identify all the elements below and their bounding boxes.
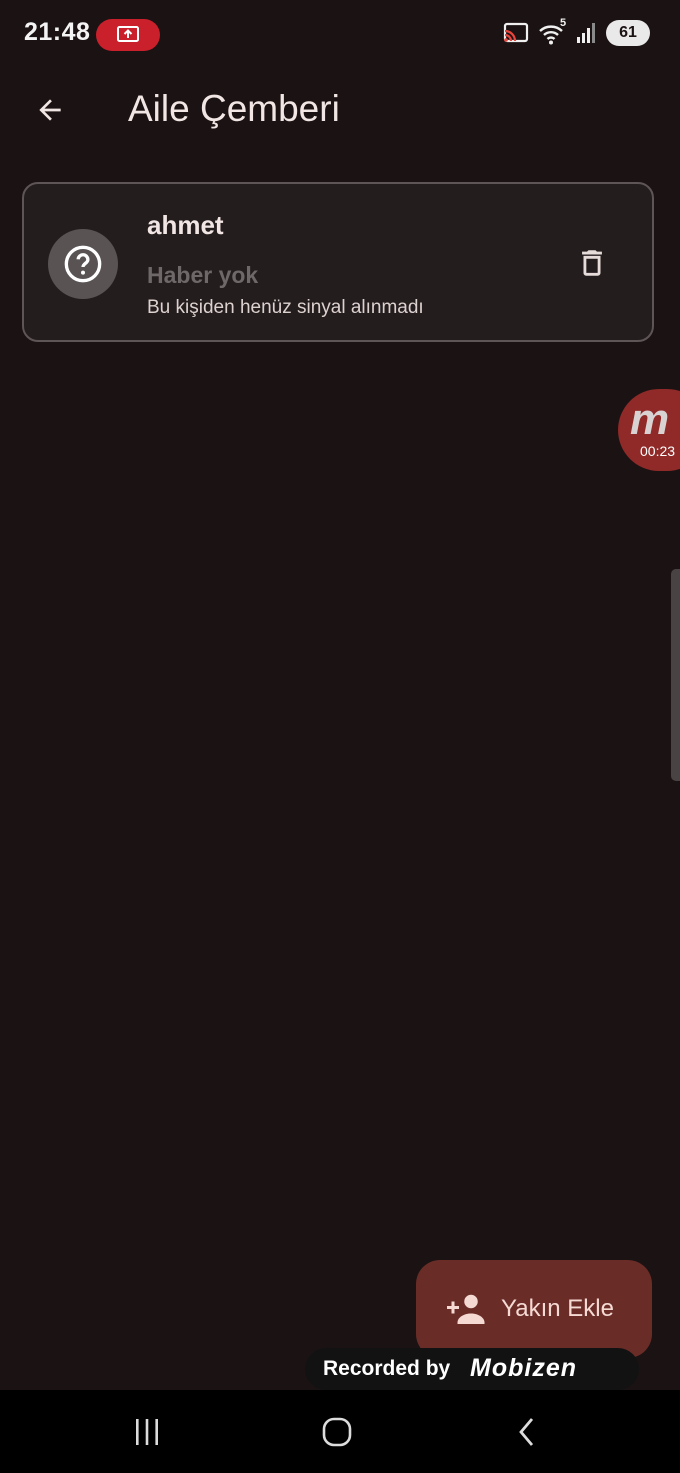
system-back-button[interactable] <box>498 1406 558 1458</box>
signal-icon <box>577 23 595 43</box>
recorded-banner: Recorded by Mobizen <box>305 1348 639 1390</box>
contact-detail: Bu kişiden henüz sinyal alınmadı <box>147 297 424 318</box>
help-circle-icon <box>64 245 102 283</box>
wifi-badge: 5 <box>560 17 567 29</box>
trash-icon <box>582 250 602 276</box>
person-add-icon <box>447 1294 485 1324</box>
screen-record-indicator[interactable] <box>96 19 160 51</box>
status-icons: 5 61 <box>502 17 650 46</box>
home-button[interactable] <box>307 1406 367 1458</box>
status-bar: 21:48 5 61 <box>0 0 680 70</box>
contact-card[interactable]: ahmet Haber yok Bu kişiden henüz sinyal … <box>22 182 654 342</box>
mobizen-logo: Mobizen <box>470 1354 577 1382</box>
battery-icon: 61 <box>606 20 650 46</box>
contact-status: Haber yok <box>147 262 259 288</box>
screen-record-icon <box>117 26 139 42</box>
page-title: Aile Çemberi <box>128 88 340 129</box>
avatar <box>48 229 118 299</box>
arrow-back-icon <box>39 99 61 121</box>
add-contact-button[interactable]: Yakın Ekle <box>416 1260 652 1358</box>
back-button[interactable] <box>26 86 74 134</box>
navigation-bar <box>0 1390 680 1473</box>
recorder-timer: 00:23 <box>640 443 676 459</box>
delete-contact-button[interactable] <box>569 240 615 286</box>
back-icon <box>519 1418 534 1446</box>
app-bar: Aile Çemberi <box>0 72 680 148</box>
recorder-bubble[interactable]: m 00:23 <box>618 389 680 471</box>
contact-name: ahmet <box>147 210 224 240</box>
home-icon <box>322 1417 352 1447</box>
add-contact-label: Yakın Ekle <box>501 1295 614 1322</box>
recents-button[interactable] <box>117 1406 177 1458</box>
status-time: 21:48 <box>24 18 91 46</box>
recorded-text: Recorded by <box>323 1357 451 1380</box>
recorder-logo: m <box>630 395 670 444</box>
scroll-handle[interactable] <box>671 569 680 781</box>
recents-icon <box>136 1419 158 1445</box>
cast-icon <box>503 22 529 43</box>
